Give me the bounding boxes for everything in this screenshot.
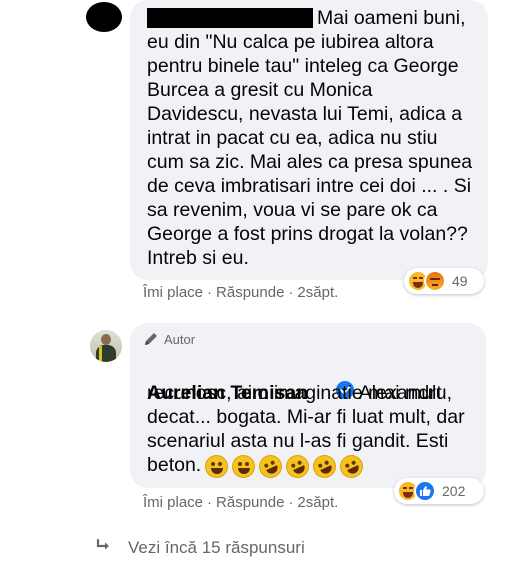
comment-line: cum sa zic. Mai ales ca presa spunea: [147, 151, 473, 173]
reply-arrow-icon: [96, 538, 112, 558]
separator-dot: ·: [207, 494, 213, 511]
author-avatar[interactable]: [90, 330, 122, 362]
reaction-count: 49: [452, 273, 468, 289]
comment-line: Intreb si eu.: [147, 247, 249, 269]
rofl-emoji-icon: [282, 451, 313, 482]
reaction-summary[interactable]: 49: [404, 268, 484, 294]
reply-link[interactable]: Răspunde: [216, 284, 284, 301]
comment-line: Mai oameni buni,: [317, 7, 466, 29]
comment-line: intrat in pacat cu ea, adica nu stiu: [147, 127, 438, 149]
timestamp-link[interactable]: 2săpt.: [297, 494, 338, 511]
commenter-avatar[interactable]: [86, 2, 122, 32]
emoji-sequence: [205, 451, 367, 482]
angry-reaction-icon: [424, 270, 446, 292]
view-more-replies-link[interactable]: Vezi încă 15 răspunsuri: [96, 538, 305, 558]
comment-line: Davidescu, nevasta lui Temi, adica a: [147, 103, 463, 125]
author-badge: Autor: [143, 331, 195, 347]
comment-line: beton.: [147, 454, 202, 476]
comment-actions: Îmi place · Răspunde · 2săpt.: [143, 284, 338, 301]
separator-dot: ·: [288, 494, 294, 511]
separator-dot: ·: [207, 284, 213, 301]
reaction-summary[interactable]: 202: [394, 478, 484, 504]
comment-line: eu din "Nu calca pe iubirea altora: [147, 31, 434, 53]
like-reaction-icon: [414, 480, 436, 502]
comment-line: Burcea a gresit cu Monica: [147, 79, 373, 101]
comment-line: scenariul asta nu l-as fi gandit. Esti: [147, 430, 449, 452]
view-more-replies-label: Vezi încă 15 răspunsuri: [128, 538, 305, 557]
comment-line: de ceva imbratisari intre cei doi ... . …: [147, 175, 472, 197]
reaction-count: 202: [442, 483, 466, 499]
author-badge-label: Autor: [164, 331, 196, 347]
comment-line: George a fost prins drogat la volan??: [147, 223, 468, 245]
like-link[interactable]: Îmi place: [143, 494, 203, 511]
pen-icon: [143, 331, 159, 347]
reply-link[interactable]: Răspunde: [216, 494, 284, 511]
rofl-emoji-icon: [255, 451, 286, 482]
comment-line: pentru binele tau" inteleg ca George: [147, 55, 459, 77]
rofl-emoji-icon: [336, 451, 367, 482]
rofl-emoji-icon: [309, 451, 340, 482]
comment-actions: Îmi place · Răspunde · 2săpt.: [143, 494, 338, 511]
like-link[interactable]: Îmi place: [143, 284, 203, 301]
timestamp-link[interactable]: 2săpt.: [297, 284, 338, 301]
separator-dot: ·: [288, 284, 294, 301]
comment-line: recunosc, ai o imaginatie mai mult: [147, 382, 442, 404]
grinning-emoji-icon: [232, 455, 255, 478]
comment-line: decat... bogata. Mi-ar fi luat mult, dar: [147, 406, 465, 428]
comment-line: sa revenim, voua vi se pare ok ca: [147, 199, 438, 221]
grinning-emoji-icon: [205, 455, 228, 478]
comment-text: Mai oameni buni, eu din "Nu calca pe iub…: [147, 6, 472, 270]
